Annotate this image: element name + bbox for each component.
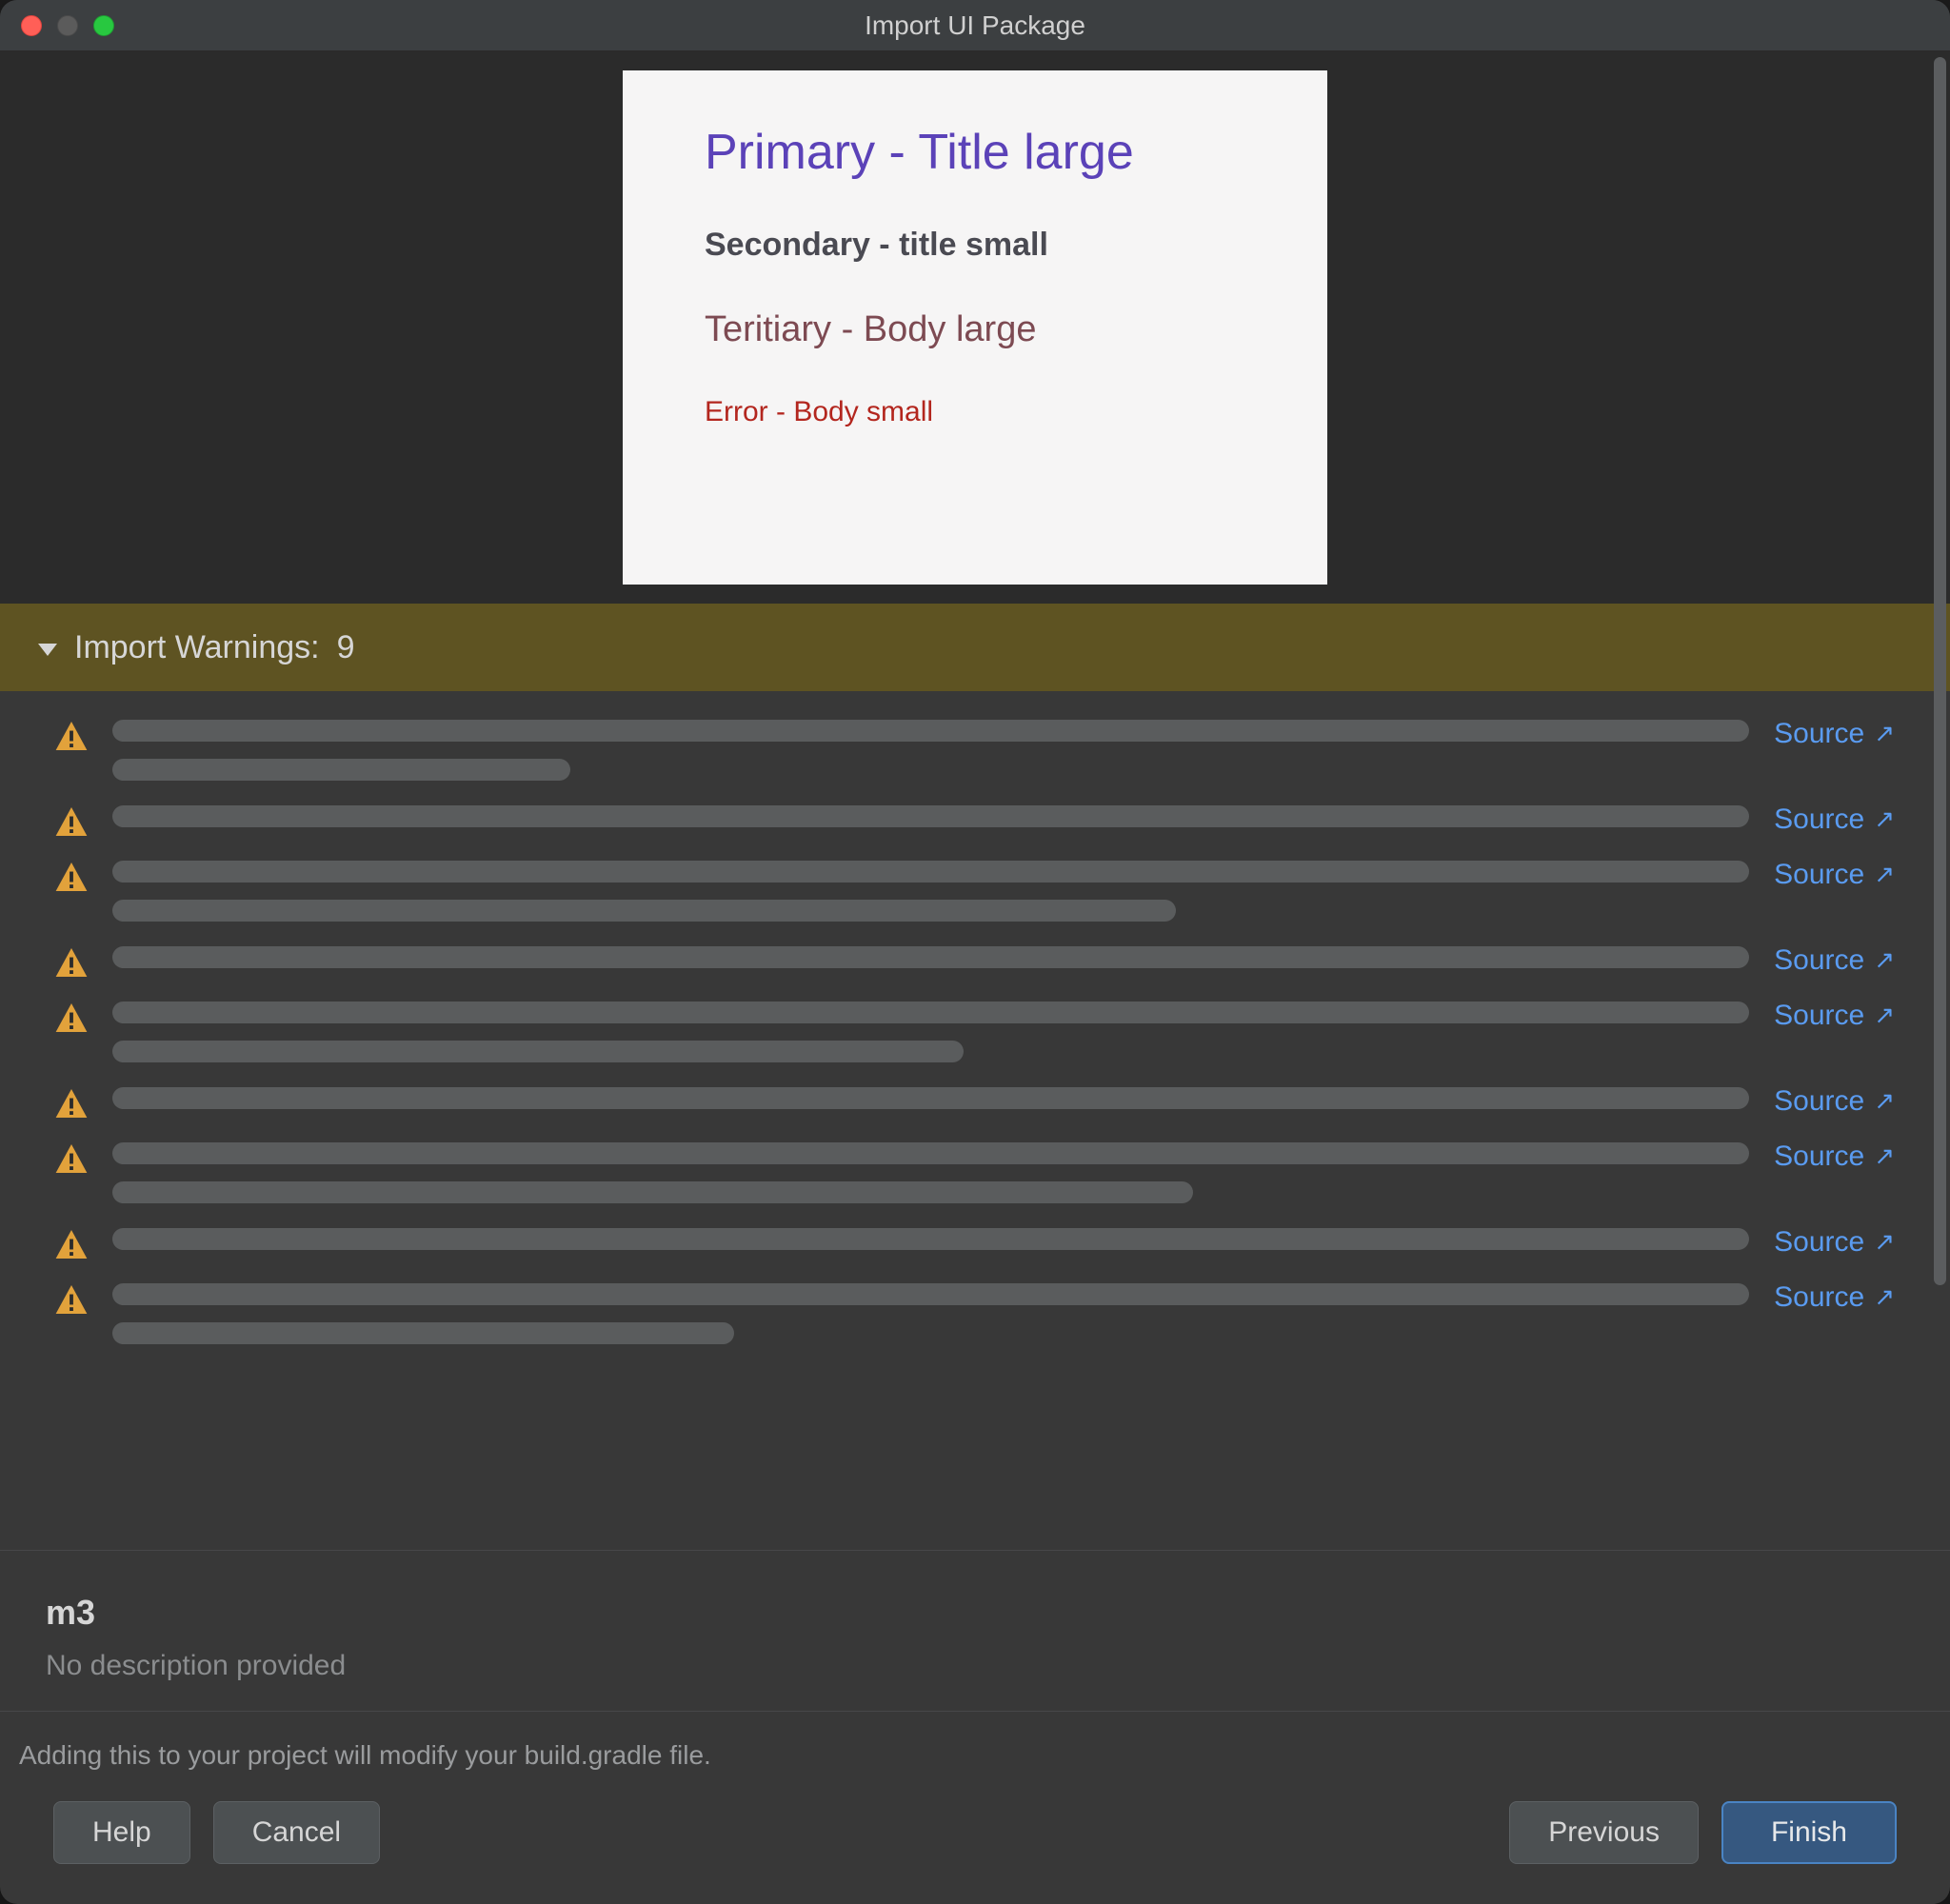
warning-body bbox=[112, 1228, 1749, 1250]
preview-text-secondary: Secondary - title small bbox=[705, 227, 1245, 264]
close-window-icon[interactable] bbox=[21, 15, 42, 36]
redacted-text-line bbox=[112, 720, 1749, 742]
warning-source-link[interactable]: Source ↗ bbox=[1774, 1000, 1895, 1032]
warning-icon bbox=[55, 863, 88, 891]
warning-body bbox=[112, 1002, 1749, 1062]
warning-source-link[interactable]: Source ↗ bbox=[1774, 1281, 1895, 1314]
warning-row: Source ↗ bbox=[55, 1087, 1895, 1118]
warning-row: Source ↗ bbox=[55, 1228, 1895, 1259]
external-link-icon: ↗ bbox=[1874, 804, 1895, 834]
warning-body bbox=[112, 946, 1749, 968]
warning-body bbox=[112, 1283, 1749, 1344]
source-link-label: Source bbox=[1774, 1226, 1864, 1259]
external-link-icon: ↗ bbox=[1874, 945, 1895, 975]
warning-icon bbox=[55, 722, 88, 750]
redacted-text-line bbox=[112, 946, 1749, 968]
source-link-label: Source bbox=[1774, 803, 1864, 836]
previous-button[interactable]: Previous bbox=[1509, 1801, 1699, 1864]
warning-row: Source ↗ bbox=[55, 946, 1895, 977]
warning-source-link[interactable]: Source ↗ bbox=[1774, 803, 1895, 836]
preview-text-primary: Primary - Title large bbox=[705, 124, 1245, 181]
redacted-text-line bbox=[112, 861, 1749, 883]
warnings-list: Source↗Source↗Source↗Source↗Source↗Sourc… bbox=[0, 691, 1950, 1550]
source-link-label: Source bbox=[1774, 1140, 1864, 1173]
maximize-window-icon[interactable] bbox=[93, 15, 114, 36]
warning-body bbox=[112, 720, 1749, 781]
warning-source-link[interactable]: Source ↗ bbox=[1774, 1085, 1895, 1118]
warning-row: Source ↗ bbox=[55, 1283, 1895, 1344]
preview-area: Primary - Title large Secondary - title … bbox=[0, 51, 1950, 604]
warning-source-link[interactable]: Source ↗ bbox=[1774, 859, 1895, 891]
warning-row: Source ↗ bbox=[55, 1002, 1895, 1062]
redacted-text-line bbox=[112, 1322, 734, 1344]
warning-icon bbox=[55, 1144, 88, 1173]
warning-source-link[interactable]: Source ↗ bbox=[1774, 1226, 1895, 1259]
redacted-text-line bbox=[112, 759, 570, 781]
dialog-window: Import UI Package Primary - Title large … bbox=[0, 0, 1950, 1904]
build-gradle-note: Adding this to your project will modify … bbox=[0, 1711, 1950, 1780]
external-link-icon: ↗ bbox=[1874, 1086, 1895, 1116]
warnings-header-label: Import Warnings: bbox=[74, 629, 320, 666]
warning-body bbox=[112, 1087, 1749, 1109]
dialog-button-bar: Help Cancel Previous Finish bbox=[0, 1780, 1950, 1904]
warning-row: Source ↗ bbox=[55, 805, 1895, 836]
warning-icon bbox=[55, 807, 88, 836]
warning-icon bbox=[55, 1089, 88, 1118]
source-link-label: Source bbox=[1774, 1085, 1864, 1118]
warning-row: Source ↗ bbox=[55, 861, 1895, 922]
redacted-text-line bbox=[112, 1041, 964, 1062]
content-scroll-area: Primary - Title large Secondary - title … bbox=[0, 51, 1950, 1711]
warnings-count: 9 bbox=[337, 629, 355, 666]
redacted-text-line bbox=[112, 1087, 1749, 1109]
help-button[interactable]: Help bbox=[53, 1801, 190, 1864]
cancel-button[interactable]: Cancel bbox=[213, 1801, 380, 1864]
redacted-text-line bbox=[112, 1002, 1749, 1023]
external-link-icon: ↗ bbox=[1874, 1001, 1895, 1030]
preview-text-error: Error - Body small bbox=[705, 396, 1245, 428]
redacted-text-line bbox=[112, 805, 1749, 827]
external-link-icon: ↗ bbox=[1874, 1227, 1895, 1257]
source-link-label: Source bbox=[1774, 944, 1864, 977]
warnings-section-header[interactable]: Import Warnings: 9 bbox=[0, 604, 1950, 691]
warning-source-link[interactable]: Source ↗ bbox=[1774, 944, 1895, 977]
package-meta: m3 No description provided bbox=[0, 1550, 1950, 1711]
warning-row: Source ↗ bbox=[55, 1142, 1895, 1203]
titlebar: Import UI Package bbox=[0, 0, 1950, 51]
minimize-window-icon bbox=[57, 15, 78, 36]
redacted-text-line bbox=[112, 1181, 1193, 1203]
redacted-text-line bbox=[112, 1142, 1749, 1164]
warning-icon bbox=[55, 1230, 88, 1259]
warning-icon bbox=[55, 1285, 88, 1314]
warning-row: Source ↗ bbox=[55, 720, 1895, 781]
external-link-icon: ↗ bbox=[1874, 860, 1895, 889]
source-link-label: Source bbox=[1774, 718, 1864, 750]
warning-icon bbox=[55, 948, 88, 977]
warning-body bbox=[112, 805, 1749, 827]
preview-card: Primary - Title large Secondary - title … bbox=[623, 70, 1327, 585]
window-traffic-lights bbox=[21, 15, 114, 36]
warning-source-link[interactable]: Source ↗ bbox=[1774, 1140, 1895, 1173]
finish-button[interactable]: Finish bbox=[1721, 1801, 1897, 1864]
redacted-text-line bbox=[112, 1228, 1749, 1250]
dialog-title: Import UI Package bbox=[865, 10, 1085, 41]
warning-body bbox=[112, 861, 1749, 922]
package-name: m3 bbox=[46, 1593, 1904, 1633]
chevron-down-icon bbox=[38, 644, 57, 656]
redacted-text-line bbox=[112, 1283, 1749, 1305]
redacted-text-line bbox=[112, 900, 1176, 922]
source-link-label: Source bbox=[1774, 1281, 1864, 1314]
external-link-icon: ↗ bbox=[1874, 1141, 1895, 1171]
preview-text-tertiary: Teritiary - Body large bbox=[705, 309, 1245, 350]
external-link-icon: ↗ bbox=[1874, 1282, 1895, 1312]
warning-icon bbox=[55, 1003, 88, 1032]
warning-source-link[interactable]: Source ↗ bbox=[1774, 718, 1895, 750]
vertical-scrollbar[interactable] bbox=[1934, 57, 1946, 1285]
source-link-label: Source bbox=[1774, 859, 1864, 891]
package-description: No description provided bbox=[46, 1650, 1904, 1682]
warning-body bbox=[112, 1142, 1749, 1203]
external-link-icon: ↗ bbox=[1874, 719, 1895, 748]
source-link-label: Source bbox=[1774, 1000, 1864, 1032]
